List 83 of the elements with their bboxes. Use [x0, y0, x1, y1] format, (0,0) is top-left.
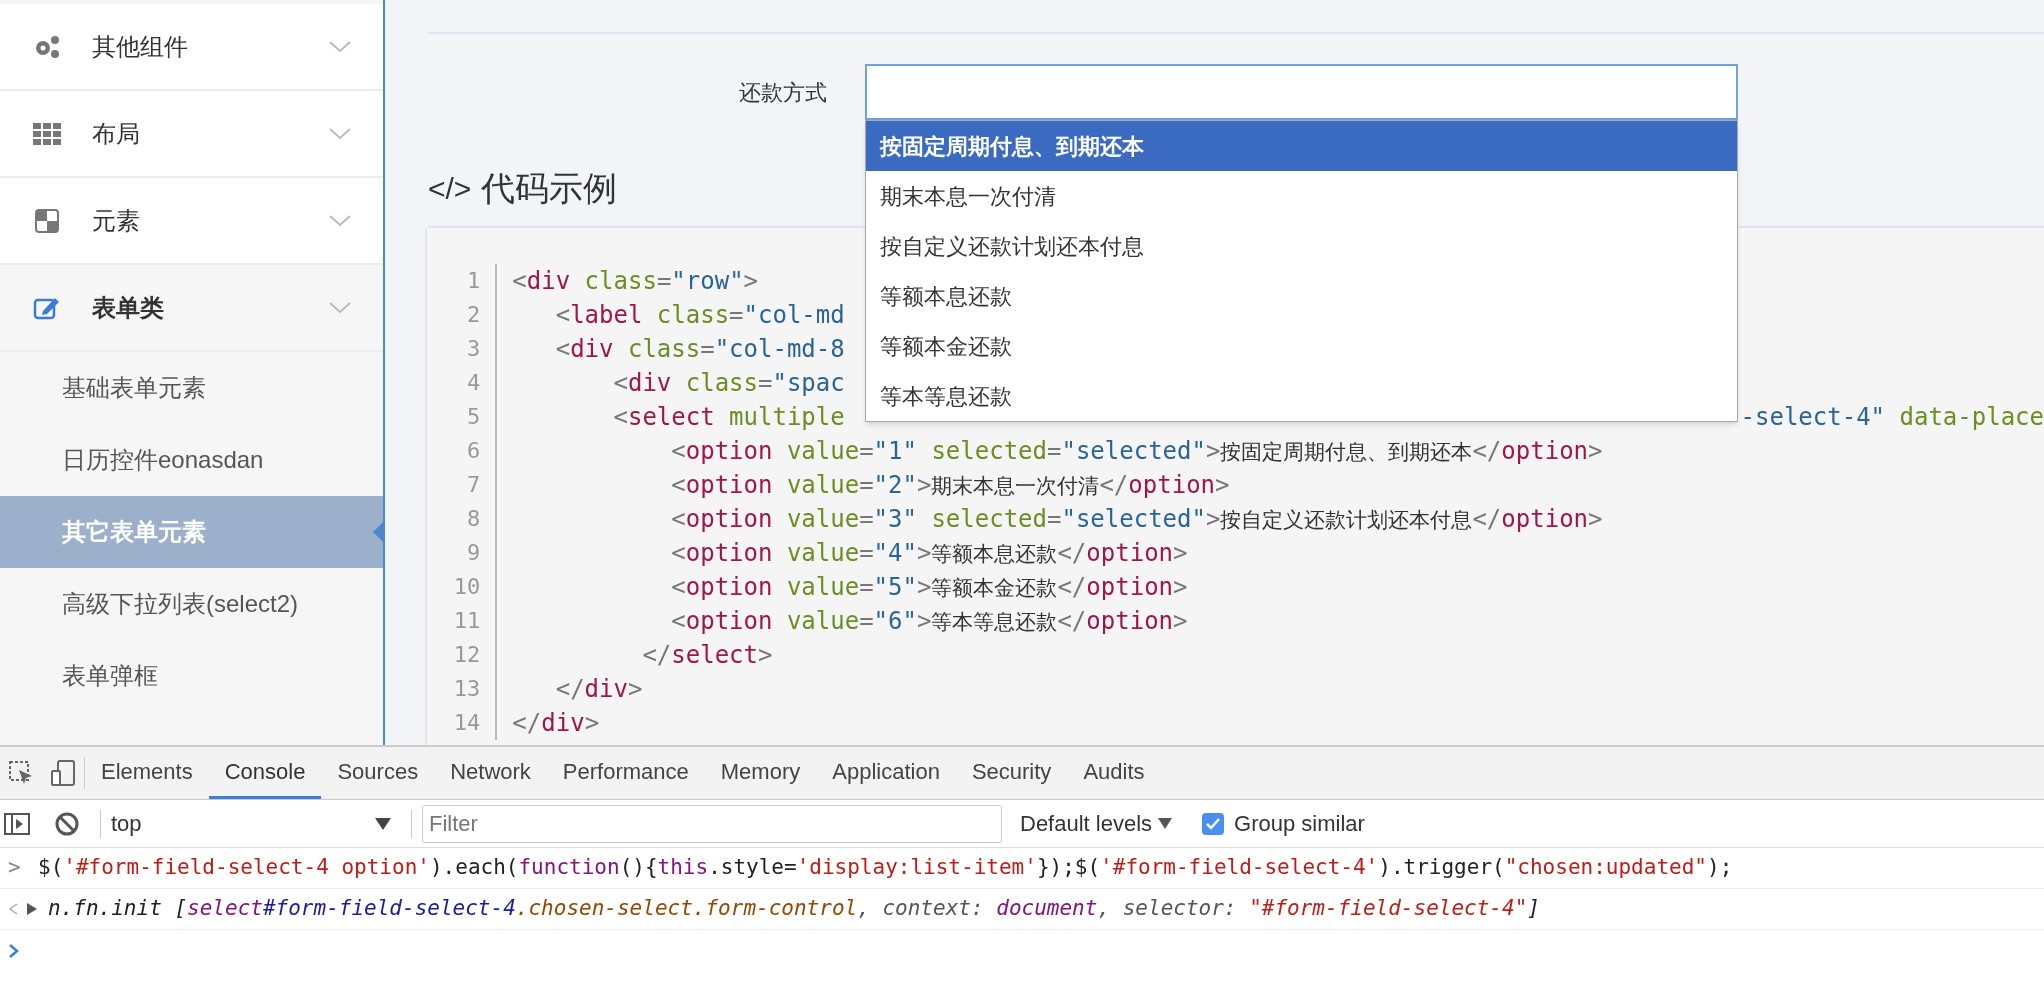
devtools-tab[interactable]: Sources	[321, 747, 435, 799]
console-line: n.fn.init [select#form-field-select-4.chosen-select.form-control, context: document, selector: "#form-field-select-4"]	[48, 895, 1540, 923]
code-line: <option value="6">等本等息还款</option>	[670, 606, 1188, 637]
dropdown-option[interactable]: 按自定义还款计划还本付息	[866, 221, 1737, 271]
chevron-down-icon	[329, 214, 351, 227]
dropdown-triangle-icon	[1158, 818, 1173, 829]
checkbox-label: Group similar	[1234, 810, 1365, 838]
line-number: 4	[467, 369, 481, 397]
dropdown-option[interactable]: 等本等息还款	[866, 371, 1737, 421]
chevron-down-icon	[329, 127, 351, 140]
code-line: <select multiple	[612, 402, 845, 433]
devtools-tab[interactable]: Audits	[1067, 747, 1161, 799]
code-line: </div>	[512, 708, 600, 739]
filter-field[interactable]: Filter	[422, 804, 1002, 843]
devtools-tab[interactable]: Network	[434, 747, 547, 799]
sidebar-item[interactable]: 基础表单元素	[0, 352, 383, 424]
sidebar-group-label: 其他组件	[92, 31, 189, 62]
line-number: 13	[453, 675, 481, 703]
devtools-tab[interactable]: Performance	[546, 747, 705, 799]
code-line: <div class="col-md-8	[554, 334, 845, 365]
context-select[interactable]: top	[111, 807, 401, 840]
code-line: <div class="row">	[512, 266, 759, 297]
sidebar-group[interactable]: 元素	[0, 178, 383, 265]
line-number: 1	[467, 267, 481, 295]
multi-select-field[interactable]	[865, 64, 1738, 120]
console-line: $('#form-field-select-4 option').each(function(){this.style='display:list-item'});$('#form-field-select-4').trigger("chosen:updated");	[38, 854, 1733, 882]
sidebar-group-label: 表单类	[92, 292, 165, 323]
field-label: 还款方式	[738, 78, 828, 107]
line-number: 10	[453, 573, 481, 601]
checkmark-icon	[1206, 817, 1221, 830]
devtools-tab[interactable]: Memory	[704, 747, 817, 799]
code-line: <option value="2">期末本息一次付清</option>	[670, 470, 1230, 501]
code-line: </select>	[641, 640, 773, 671]
code-icon: </>	[428, 165, 472, 211]
sidebar-item[interactable]: 表单弹框	[0, 640, 383, 712]
code-line: <option value="3" selected="selected">按自定义还款计划还本付息</option>	[670, 504, 1603, 535]
code-line: <div class="spac	[612, 368, 845, 399]
line-number: 11	[453, 607, 481, 635]
dropdown-option[interactable]: 按固定周期付息、到期还本	[866, 121, 1737, 171]
code-line: <option value="1" selected="selected">按固定周期付息、到期还本</option>	[670, 436, 1603, 467]
line-number: 5	[467, 403, 481, 431]
dropdown-triangle-icon	[375, 817, 391, 830]
code-line: -select-4" data-place	[1740, 402, 2044, 433]
section-title: 代码示例	[481, 167, 618, 209]
levels-dropdown[interactable]: Default levels	[1020, 807, 1173, 840]
line-number: 9	[467, 539, 481, 567]
sidebar-item[interactable]: 日历控件eonasdan	[0, 424, 383, 496]
code-line: <label class="col-md	[554, 300, 845, 331]
sidebar-toggle-icon[interactable]	[4, 811, 30, 836]
line-number: 14	[453, 709, 481, 737]
line-number: 2	[467, 301, 481, 329]
clear-console-icon[interactable]	[54, 810, 80, 837]
line-number: 6	[467, 437, 481, 465]
devtools-tab[interactable]: Elements	[85, 747, 209, 799]
checkbox[interactable]	[1202, 812, 1225, 835]
inspect-icon[interactable]	[8, 760, 34, 786]
devtools-tab[interactable]: Application	[816, 747, 956, 799]
prompt-chevron-icon	[8, 942, 20, 959]
code-line: <option value="5">等额本金还款</option>	[670, 572, 1188, 603]
gears-icon	[33, 33, 61, 60]
line-number: 12	[453, 641, 481, 669]
devtools-tab[interactable]: Console	[208, 747, 322, 799]
chevron-down-icon	[329, 40, 351, 53]
sidebar-group-label: 布局	[92, 118, 141, 149]
expand-triangle-icon[interactable]	[26, 902, 38, 916]
sidebar-group[interactable]: 其他组件	[0, 4, 383, 91]
tiles-icon	[35, 208, 59, 233]
device-toolbar-icon[interactable]	[50, 759, 76, 787]
line-number: 8	[467, 505, 481, 533]
dropdown-option[interactable]: 等额本息还款	[866, 271, 1737, 321]
dropdown-option[interactable]: 期末本息一次付清	[866, 171, 1737, 221]
chevron-down-icon	[329, 301, 351, 314]
line-number: 3	[467, 335, 481, 363]
sidebar-group[interactable]: 布局	[0, 91, 383, 178]
code-line: <option value="4">等额本息还款</option>	[670, 538, 1188, 569]
devtools-tab[interactable]: Security	[955, 747, 1068, 799]
sidebar-group-label: 元素	[92, 205, 141, 236]
line-number: 7	[467, 471, 481, 499]
grid-icon	[33, 122, 61, 145]
input-prompt: >	[8, 854, 22, 882]
code-line: </div>	[554, 674, 643, 705]
dropdown-option[interactable]: 等额本金还款	[866, 321, 1737, 371]
sidebar-item[interactable]: 高级下拉列表(select2)	[0, 568, 383, 640]
